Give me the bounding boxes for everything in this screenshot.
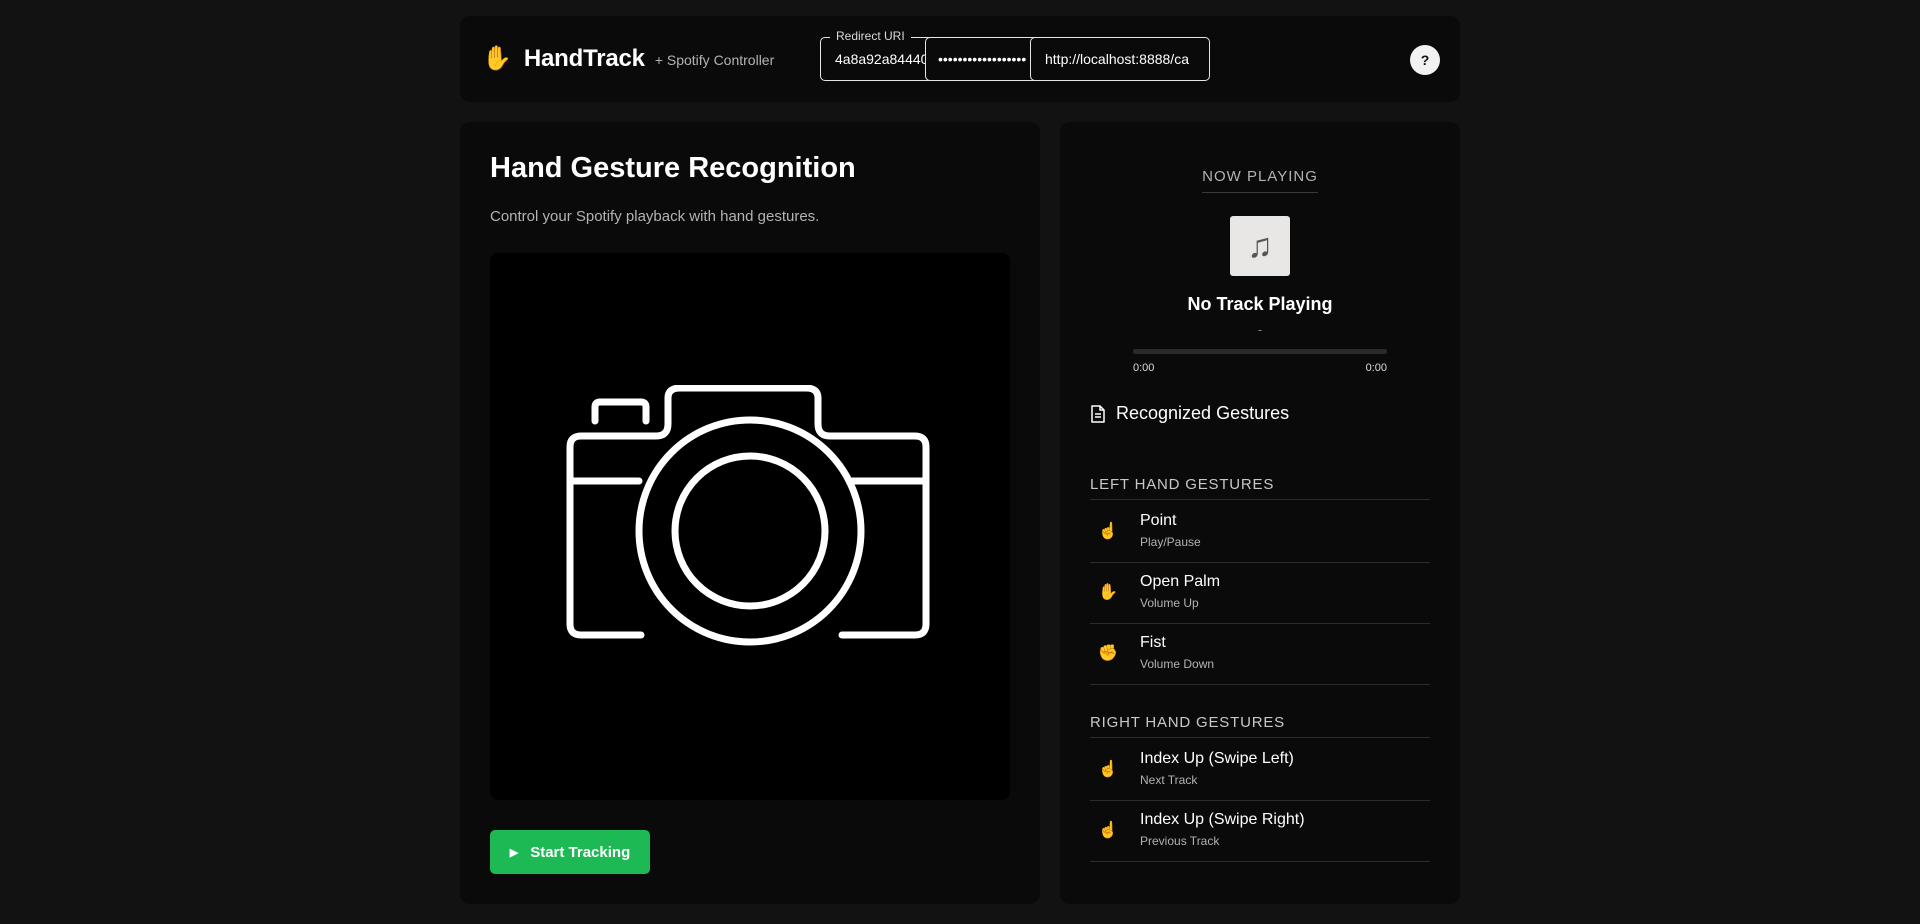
sidebar-panel: NOW PLAYING ♫ No Track Playing - 0:00 0:…: [1060, 122, 1460, 904]
gesture-action: Previous Track: [1140, 834, 1220, 848]
right-hand-gesture-list: ☝ Index Up (Swipe Left) Next Track ☝ Ind…: [1090, 740, 1430, 862]
gesture-item: ✋ Open Palm Volume Up: [1090, 563, 1430, 624]
page-title: Hand Gesture Recognition: [490, 152, 856, 184]
start-tracking-label: Start Tracking: [530, 843, 631, 861]
gesture-name: Index Up (Swipe Right): [1140, 811, 1305, 828]
album-art: ♫: [1230, 216, 1290, 276]
pointing-hand-icon: ☝: [1098, 761, 1118, 778]
gesture-action: Volume Down: [1140, 657, 1215, 671]
progress-bar[interactable]: [1133, 349, 1387, 354]
help-label: ?: [1420, 52, 1430, 68]
gesture-item: ☝ Point Play/Pause: [1090, 502, 1430, 563]
gesture-item: ☝ Index Up (Swipe Left) Next Track: [1090, 740, 1430, 801]
gesture-item: ☝ Index Up (Swipe Right) Previous Track: [1090, 801, 1430, 862]
start-tracking-button[interactable]: ▶ Start Tracking: [490, 830, 650, 874]
gesture-action: Volume Up: [1140, 596, 1199, 610]
gesture-name: Open Palm: [1140, 573, 1221, 590]
now-playing-label: NOW PLAYING: [1202, 168, 1318, 185]
redirect-uri-legend: Redirect URI: [830, 29, 911, 43]
app-subtitle: + Spotify Controller: [654, 52, 775, 68]
gesture-item: ✊ Fist Volume Down: [1090, 624, 1430, 685]
client-secret-value: ••••••••••••••••••: [938, 51, 1027, 67]
left-hand-section-label: LEFT HAND GESTURES: [1090, 476, 1430, 500]
gesture-action: Next Track: [1140, 773, 1198, 787]
pointing-hand-icon: ☝: [1098, 523, 1118, 540]
gestures-header: Recognized Gestures: [1090, 403, 1289, 424]
play-icon: ▶: [509, 846, 519, 859]
brand: ✋ HandTrack + Spotify Controller: [482, 16, 774, 102]
app-title: HandTrack: [523, 45, 645, 72]
track-artist: -: [1257, 322, 1263, 337]
raised-hand-icon: ✋: [482, 45, 512, 72]
fist-icon: ✊: [1098, 645, 1118, 662]
app-header: ✋ HandTrack + Spotify Controller 4a8a92a…: [460, 16, 1460, 102]
pointing-hand-icon: ☝: [1098, 822, 1118, 839]
gesture-action: Play/Pause: [1140, 535, 1201, 549]
gesture-name: Fist: [1140, 634, 1166, 651]
help-button[interactable]: ?: [1410, 45, 1440, 75]
gesture-panel: Hand Gesture Recognition Control your Sp…: [460, 122, 1040, 904]
duration: 0:00: [1365, 362, 1387, 374]
page-subtitle: Control your Spotify playback with hand …: [490, 208, 820, 225]
right-hand-section-label: RIGHT HAND GESTURES: [1090, 714, 1430, 738]
music-note-icon: ♫: [1247, 226, 1273, 265]
camera-icon: [566, 385, 930, 646]
redirect-uri-field[interactable]: http://localhost:8888/ca: [1030, 37, 1210, 81]
current-time: 0:00: [1133, 362, 1155, 374]
camera-view: [490, 253, 1010, 800]
track-title: No Track Playing: [1187, 294, 1333, 314]
now-playing-divider: [1202, 192, 1318, 193]
left-hand-gesture-list: ☝ Point Play/Pause ✋ Open Palm Volume Up…: [1090, 502, 1430, 685]
gestures-title: Recognized Gestures: [1116, 403, 1290, 423]
gesture-name: Index Up (Swipe Left): [1140, 750, 1294, 767]
gesture-name: Point: [1140, 512, 1177, 529]
open-palm-icon: ✋: [1098, 584, 1118, 601]
document-icon: [1091, 404, 1105, 423]
redirect-uri-value: http://localhost:8888/ca: [1045, 51, 1189, 67]
